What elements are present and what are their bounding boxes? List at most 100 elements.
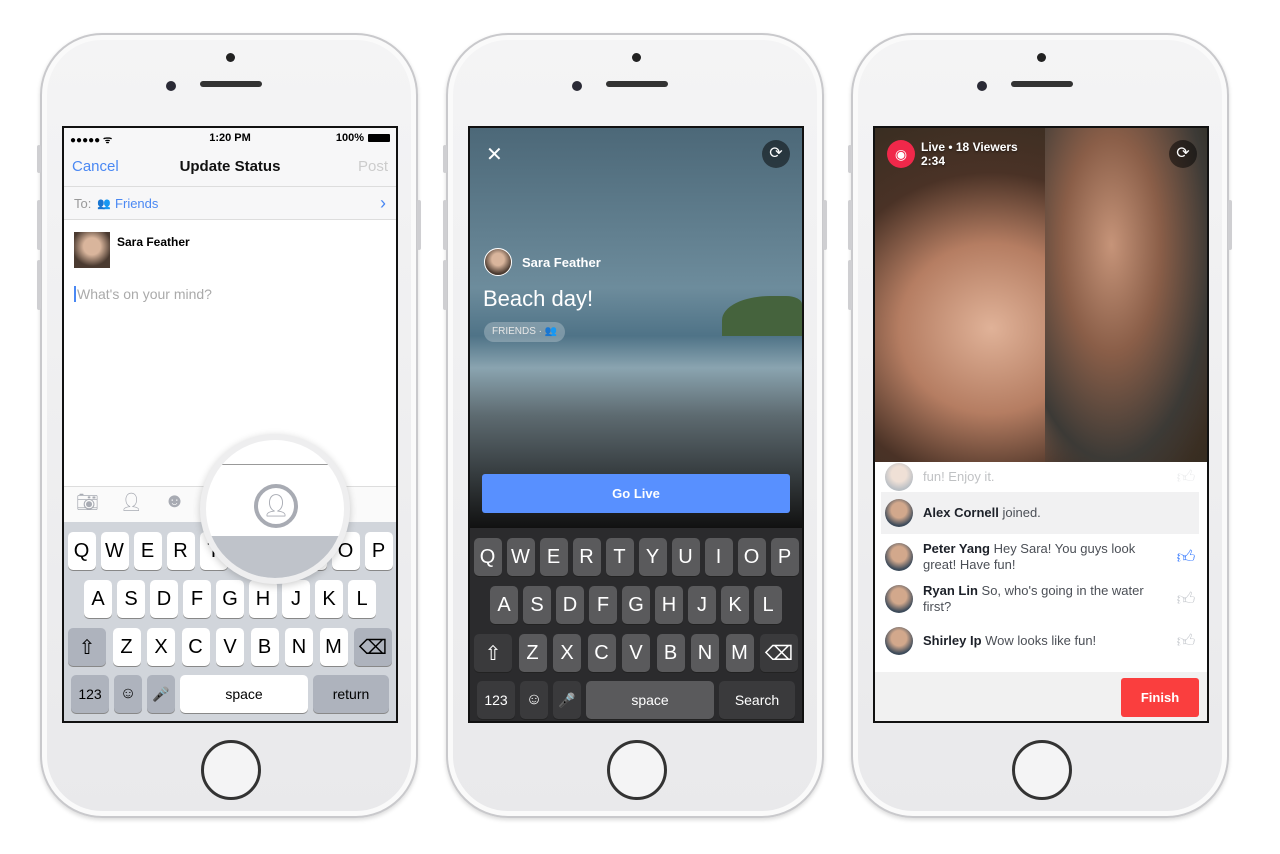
key-return[interactable]: return [313,675,389,713]
key-p[interactable]: P [770,538,799,576]
privacy-badge[interactable]: FRIENDS · 👥 [484,322,566,342]
key-m[interactable]: M [725,634,754,672]
key-d[interactable]: D [150,580,178,618]
key-space[interactable]: space [180,675,308,713]
key-q[interactable]: Q [473,538,502,576]
key-s[interactable]: S [117,580,145,618]
live-duration: 2:34 [921,154,946,168]
avatar [484,248,512,276]
like-icon[interactable]: 👍︎ [1175,632,1197,650]
key-j[interactable]: J [688,586,716,624]
key-☺[interactable]: ☺ [520,681,548,719]
key-w[interactable]: W [100,532,129,570]
key-r[interactable]: R [166,532,195,570]
comment-author[interactable]: Peter Yang [923,541,990,556]
switch-camera-icon[interactable]: ⟳ [762,140,790,168]
key-b[interactable]: B [656,634,685,672]
comments-list[interactable]: fun! Enjoy it. 👍︎ Alex Cornell joined. Pete… [875,462,1207,672]
key-q[interactable]: Q [67,532,96,570]
friends-icon: 👥 [97,198,112,210]
key-i[interactable]: I [704,538,733,576]
key-y[interactable]: Y [638,538,667,576]
key-w[interactable]: W [506,538,535,576]
key-123[interactable]: 123 [477,681,515,719]
key-p[interactable]: P [364,532,393,570]
key-☺[interactable]: ☺ [114,675,142,713]
key-🎤[interactable]: 🎤 [553,681,581,719]
key-l[interactable]: L [754,586,782,624]
key-t[interactable]: T [605,538,634,576]
user-name: Sara Feather [117,235,190,249]
key-e[interactable]: E [539,538,568,576]
emoji-icon[interactable]: ☻ [164,490,185,513]
key-h[interactable]: H [655,586,683,624]
key-search[interactable]: Search [719,681,795,719]
audience-selector[interactable]: To: 👥 Friends › [64,186,396,220]
key-r[interactable]: R [572,538,601,576]
live-icon: ◉ [887,140,915,168]
comment-item: Peter Yang Hey Sara! You guys look great… [885,536,1197,578]
key-c[interactable]: C [587,634,616,672]
key-m[interactable]: M [319,628,348,666]
key-g[interactable]: G [216,580,244,618]
switch-camera-icon[interactable]: ⟳ [1169,140,1197,168]
like-icon[interactable]: 👍︎ [1175,468,1197,486]
key-n[interactable]: N [691,634,719,672]
key-x[interactable]: X [553,634,581,672]
key-o[interactable]: O [737,538,766,576]
battery-icon [368,134,390,142]
home-button[interactable] [607,740,667,800]
key-u[interactable]: U [671,538,700,576]
key-f[interactable]: F [589,586,617,624]
key-v[interactable]: V [622,634,650,672]
key-a[interactable]: A [84,580,112,618]
camera-icon[interactable]: 📷︎ [76,492,99,513]
key-c[interactable]: C [181,628,210,666]
key-🎤[interactable]: 🎤 [147,675,175,713]
key-z[interactable]: Z [518,634,547,672]
key-⇧[interactable]: ⇧ [68,628,106,666]
avatar [885,463,913,491]
home-button[interactable] [1012,740,1072,800]
comment-author[interactable]: Shirley Ip [923,633,982,648]
post-button[interactable]: Post [358,158,388,175]
close-icon[interactable]: ✕ [486,142,503,167]
like-icon[interactable]: 👍︎ [1175,548,1197,566]
key-l[interactable]: L [348,580,376,618]
tag-people-icon[interactable]: 👤︎ [120,492,143,513]
key-b[interactable]: B [250,628,279,666]
key-s[interactable]: S [523,586,551,624]
friends-icon: 👥 [544,326,558,337]
comment-item: Shirley Ip Wow looks like fun! 👍︎ [885,620,1197,662]
status-input[interactable]: What's on your mind? [74,286,212,302]
avatar [885,543,913,571]
finish-button[interactable]: Finish [1121,678,1199,717]
key-⌫[interactable]: ⌫ [760,634,798,672]
key-a[interactable]: A [490,586,518,624]
go-live-button[interactable]: Go Live [482,474,790,513]
audience-value: Friends [115,196,159,211]
comment-author[interactable]: Alex Cornell [923,505,999,520]
key-f[interactable]: F [183,580,211,618]
live-video-icon[interactable]: 👤︎ [254,484,298,528]
key-n[interactable]: N [285,628,313,666]
key-k[interactable]: K [721,586,749,624]
phone-go-live: ✕ ⟳ Sara Feather Beach day! FRIENDS · 👥 … [443,33,827,818]
comment-author[interactable]: Ryan Lin [923,583,978,598]
key-space[interactable]: space [586,681,714,719]
key-⇧[interactable]: ⇧ [474,634,512,672]
key-g[interactable]: G [622,586,650,624]
key-h[interactable]: H [249,580,277,618]
like-icon[interactable]: 👍︎ [1175,590,1197,608]
key-e[interactable]: E [133,532,162,570]
key-d[interactable]: D [556,586,584,624]
caption[interactable]: Beach day! [483,286,593,312]
key-123[interactable]: 123 [71,675,109,713]
key-⌫[interactable]: ⌫ [354,628,392,666]
home-button[interactable] [201,740,261,800]
key-x[interactable]: X [147,628,175,666]
key-j[interactable]: J [282,580,310,618]
key-k[interactable]: K [315,580,343,618]
key-z[interactable]: Z [112,628,141,666]
key-v[interactable]: V [216,628,244,666]
